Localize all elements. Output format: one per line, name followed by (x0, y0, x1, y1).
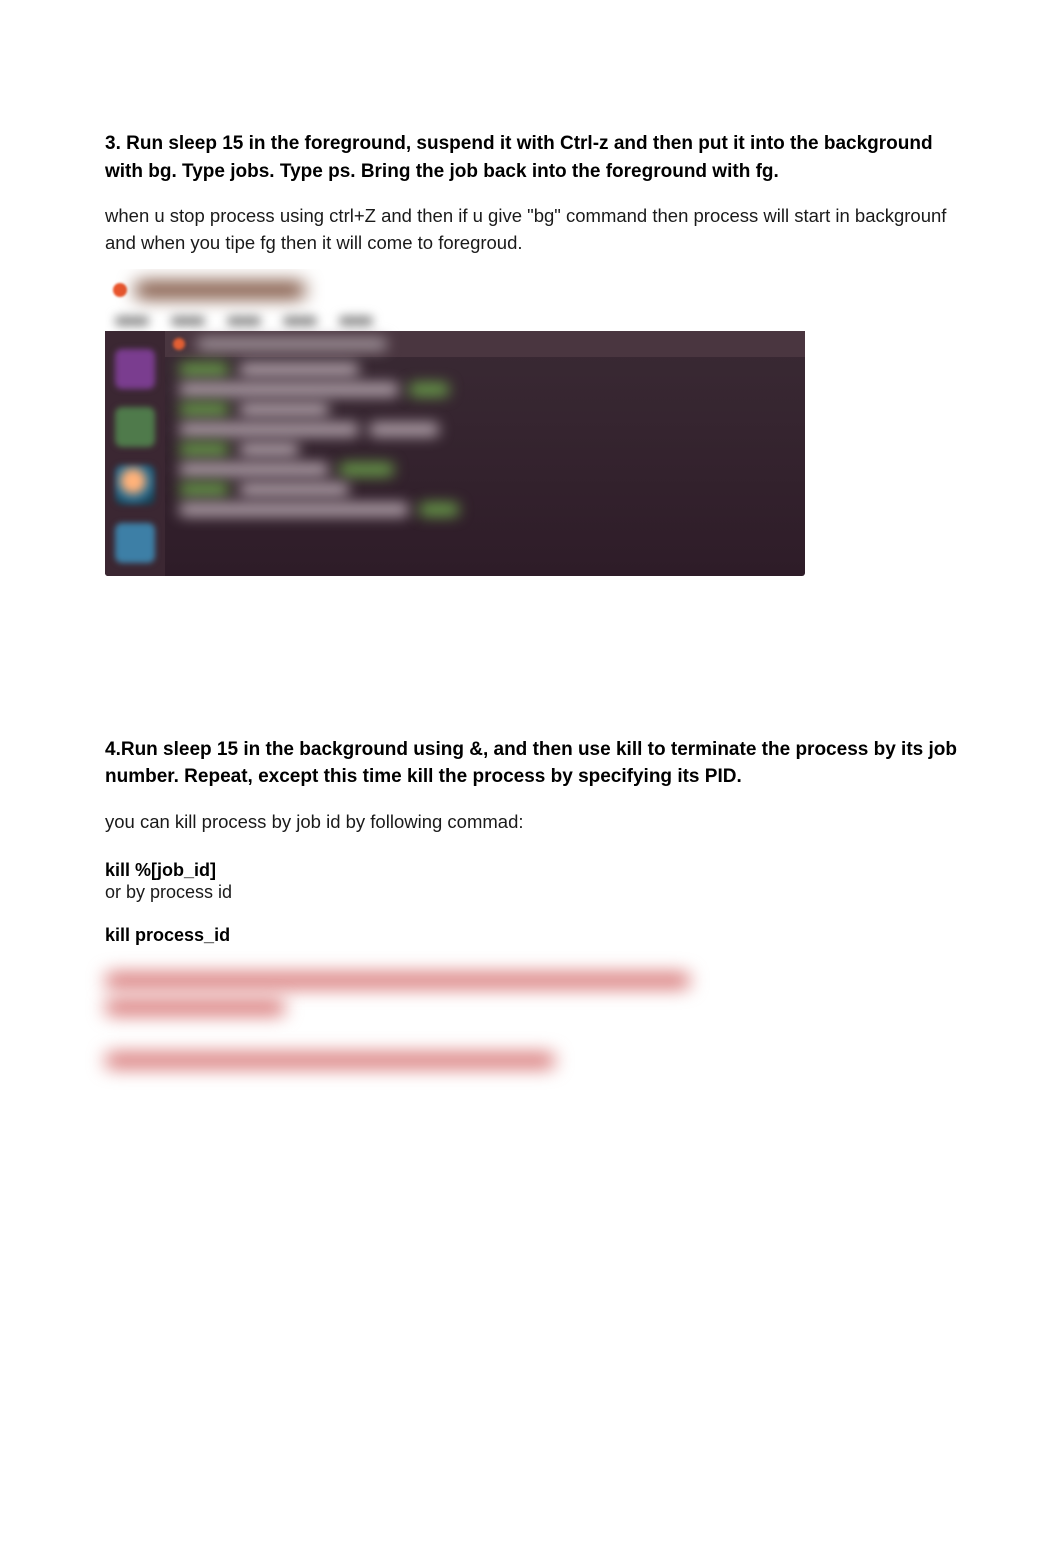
hidden-answer-block (105, 973, 690, 1068)
vm-titlebar (105, 269, 805, 311)
close-icon (173, 338, 185, 350)
vm-menubar (105, 311, 805, 331)
q3-heading: 3. Run sleep 15 in the foreground, suspe… (105, 130, 957, 185)
q3-body: when u stop process using ctrl+Z and the… (105, 203, 957, 257)
terminal-icon (115, 407, 155, 447)
hidden-line (105, 1000, 285, 1015)
or-by-pid-note: or by process id (105, 882, 957, 903)
settings-icon (115, 523, 155, 563)
terminal-window (165, 331, 805, 576)
menubar-item (227, 316, 261, 326)
vm-title-blur (135, 282, 305, 298)
kill-by-job-command: kill %[job_id] (105, 858, 957, 882)
ubuntu-desktop (105, 331, 805, 576)
q4-heading-time: time (363, 766, 407, 787)
firefox-icon (115, 465, 155, 505)
files-icon (115, 349, 155, 389)
terminal-title-blur (197, 338, 387, 350)
spacer (105, 576, 957, 736)
terminal-output (179, 363, 791, 516)
q4-body-intro: you can kill process by job id by follow… (105, 809, 957, 836)
unity-launcher (105, 331, 165, 576)
ubuntu-logo-icon (113, 283, 127, 297)
terminal-titlebar (165, 331, 805, 357)
document-page: 3. Run sleep 15 in the foreground, suspe… (0, 0, 1062, 1128)
hidden-line (105, 973, 690, 988)
menubar-item (283, 316, 317, 326)
kill-by-pid-command: kill process_id (105, 923, 957, 947)
q4-heading-post: kill the process by specifying its PID. (407, 766, 742, 787)
menubar-item (171, 316, 205, 326)
hidden-line (105, 1053, 555, 1068)
terminal-screenshot (105, 269, 805, 576)
q4-heading: 4.Run sleep 15 in the background using &… (105, 736, 957, 791)
menubar-item (115, 316, 149, 326)
menubar-item (339, 316, 373, 326)
